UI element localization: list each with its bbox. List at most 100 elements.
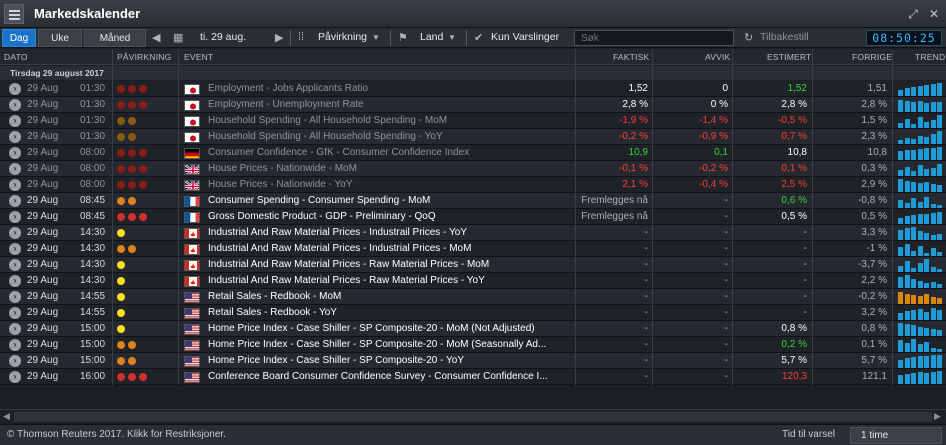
row-event[interactable]: Industrial And Raw Material Prices - Ind… <box>208 243 572 254</box>
table-row[interactable]: › 29 Aug 08:45 Consumer Spending - Consu… <box>0 193 946 209</box>
table-row[interactable]: › 29 Aug 08:00 House Prices - Nationwide… <box>0 177 946 193</box>
row-event[interactable]: Consumer Confidence - GfK - Consumer Con… <box>208 147 572 158</box>
col-previous[interactable]: FORRIGE <box>852 52 892 62</box>
expand-row-icon[interactable]: › <box>9 259 21 271</box>
expand-row-icon[interactable]: › <box>9 291 21 303</box>
row-event[interactable]: Conference Board Consumer Confidence Sur… <box>208 371 572 382</box>
col-trend[interactable]: TREND <box>915 52 945 62</box>
table-row[interactable]: › 29 Aug 01:30 Household Spending - All … <box>0 113 946 129</box>
close-icon[interactable]: ✕ <box>925 5 943 23</box>
expand-row-icon[interactable]: › <box>9 211 21 223</box>
copyright-link[interactable]: © Thomson Reuters 2017. Klikk for Restri… <box>7 429 226 440</box>
chevron-down-icon[interactable]: ▼ <box>372 33 380 42</box>
col-date[interactable]: DATO <box>4 52 28 62</box>
row-event[interactable]: Employment - Unemployment Rate <box>208 99 572 110</box>
chevron-down-icon[interactable]: ▼ <box>448 33 456 42</box>
expand-row-icon[interactable]: › <box>9 99 21 111</box>
table-row[interactable]: › 29 Aug 08:00 House Prices - Nationwide… <box>0 161 946 177</box>
alerts-only-toggle[interactable]: Kun Varslinger <box>491 31 559 43</box>
search-input[interactable] <box>574 30 734 46</box>
expand-row-icon[interactable]: › <box>9 179 21 191</box>
expand-row-icon[interactable]: › <box>9 355 21 367</box>
row-actual: - <box>644 227 648 238</box>
reset-icon[interactable]: ↻ <box>744 31 753 44</box>
expand-icon[interactable]: ⤢ <box>904 5 922 23</box>
row-event[interactable]: Industrial And Raw Material Prices - Raw… <box>208 275 572 286</box>
scroll-right-icon[interactable]: ▶ <box>934 411 941 422</box>
row-event[interactable]: Employment - Jobs Applicants Ratio <box>208 83 572 94</box>
table-row[interactable]: › 29 Aug 15:00 Home Price Index - Case S… <box>0 353 946 369</box>
row-event[interactable]: Home Price Index - Case Shiller - SP Com… <box>208 339 572 350</box>
row-event[interactable]: House Prices - Nationwide - MoM <box>208 163 572 174</box>
table-row[interactable]: › 29 Aug 01:30 Household Spending - All … <box>0 129 946 145</box>
row-event[interactable]: Retail Sales - Redbook - MoM <box>208 291 572 302</box>
impact-filter[interactable]: Påvirkning <box>318 31 367 43</box>
table-row[interactable]: › 29 Aug 16:00 Conference Board Consumer… <box>0 369 946 385</box>
col-impact[interactable]: PÅVIRKNING <box>117 52 171 62</box>
view-day-button[interactable]: Dag <box>2 29 36 47</box>
trend-bar <box>904 88 910 96</box>
expand-row-icon[interactable]: › <box>9 115 21 127</box>
expand-row-icon[interactable]: › <box>9 371 21 383</box>
table-row[interactable]: › 29 Aug 01:30 Employment - Jobs Applica… <box>0 81 946 97</box>
expand-row-icon[interactable]: › <box>9 243 21 255</box>
date-display[interactable]: ti. 29 aug. <box>200 31 246 43</box>
table-row[interactable]: › 29 Aug 14:55 Retail Sales - Redbook - … <box>0 305 946 321</box>
table-row[interactable]: › 29 Aug 14:30 Industrial And Raw Materi… <box>0 257 946 273</box>
table-row[interactable]: › 29 Aug 14:30 Industrial And Raw Materi… <box>0 241 946 257</box>
row-event[interactable]: Household Spending - All Household Spend… <box>208 115 572 126</box>
expand-row-icon[interactable]: › <box>9 275 21 287</box>
table-row[interactable]: › 29 Aug 14:30 Industrial And Raw Materi… <box>0 273 946 289</box>
horizontal-scrollbar[interactable]: ◀ ▶ <box>0 409 946 423</box>
view-month-button[interactable]: Måned <box>84 29 146 47</box>
menu-icon[interactable] <box>4 4 24 24</box>
expand-row-icon[interactable]: › <box>9 339 21 351</box>
row-actual: -0,2 % <box>619 131 648 142</box>
col-estimate[interactable]: ESTIMERT <box>767 52 811 62</box>
col-deviation[interactable]: AVVIK <box>705 52 730 62</box>
usa-flag-icon <box>184 324 200 335</box>
trend-bar <box>930 235 936 240</box>
next-day-icon[interactable]: ▶ <box>275 31 283 44</box>
table-row[interactable]: › 29 Aug 08:00 Consumer Confidence - GfK… <box>0 145 946 161</box>
table-row[interactable]: › 29 Aug 08:45 Gross Domestic Product - … <box>0 209 946 225</box>
check-icon[interactable]: ✔ <box>474 31 483 44</box>
country-filter[interactable]: Land <box>420 31 443 43</box>
table-row[interactable]: › 29 Aug 14:30 Industrial And Raw Materi… <box>0 225 946 241</box>
row-event[interactable]: Home Price Index - Case Shiller - SP Com… <box>208 323 572 334</box>
view-week-button[interactable]: Uke <box>38 29 82 47</box>
usa-flag-icon <box>184 340 200 351</box>
prev-day-icon[interactable]: ◀ <box>152 31 160 44</box>
col-actual[interactable]: FAKTISK <box>613 52 649 62</box>
expand-row-icon[interactable]: › <box>9 83 21 95</box>
row-event[interactable]: House Prices - Nationwide - YoY <box>208 179 572 190</box>
table-row[interactable]: › 29 Aug 01:30 Employment - Unemployment… <box>0 97 946 113</box>
expand-row-icon[interactable]: › <box>9 323 21 335</box>
row-event[interactable]: Industrial And Raw Material Prices - Raw… <box>208 259 572 270</box>
calendar-icon[interactable]: ▦ <box>173 31 183 44</box>
row-event[interactable]: Gross Domestic Product - GDP - Prelimina… <box>208 211 572 222</box>
col-event[interactable]: EVENT <box>184 52 213 62</box>
trend-bar <box>904 203 910 208</box>
row-event[interactable]: Industrial And Raw Material Prices - Ind… <box>208 227 572 238</box>
expand-row-icon[interactable]: › <box>9 131 21 143</box>
expand-row-icon[interactable]: › <box>9 307 21 319</box>
expand-row-icon[interactable]: › <box>9 195 21 207</box>
expand-row-icon[interactable]: › <box>9 163 21 175</box>
reset-button[interactable]: Tilbakestill <box>760 31 809 43</box>
table-row[interactable]: › 29 Aug 14:55 Retail Sales - Redbook - … <box>0 289 946 305</box>
trend-bar <box>937 330 942 336</box>
table-row[interactable]: › 29 Aug 15:00 Home Price Index - Case S… <box>0 321 946 337</box>
row-event[interactable]: Retail Sales - Redbook - YoY <box>208 307 572 318</box>
row-event[interactable]: Home Price Index - Case Shiller - SP Com… <box>208 355 572 366</box>
scrollbar-thumb[interactable] <box>14 412 932 422</box>
trend-bar <box>911 373 916 384</box>
alert-time-select[interactable]: 1 time <box>850 427 942 444</box>
impact-dot-icon <box>117 229 125 237</box>
scroll-left-icon[interactable]: ◀ <box>3 411 10 422</box>
table-row[interactable]: › 29 Aug 15:00 Home Price Index - Case S… <box>0 337 946 353</box>
expand-row-icon[interactable]: › <box>9 147 21 159</box>
row-event[interactable]: Household Spending - All Household Spend… <box>208 131 572 142</box>
row-event[interactable]: Consumer Spending - Consumer Spending - … <box>208 195 572 206</box>
expand-row-icon[interactable]: › <box>9 227 21 239</box>
